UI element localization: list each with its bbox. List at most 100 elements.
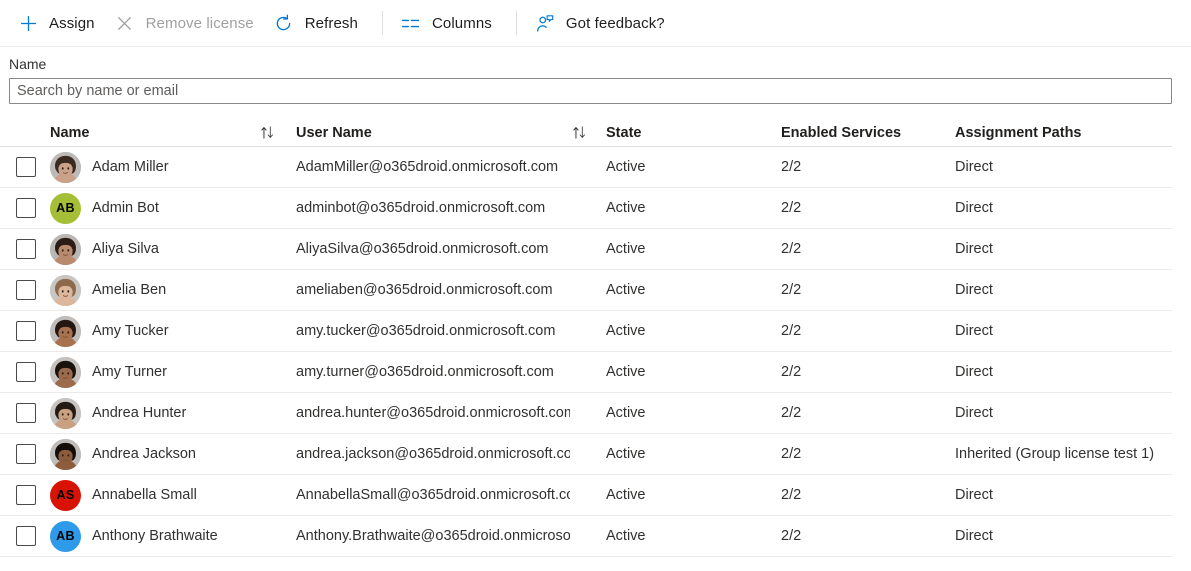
sort-ascending-descending-icon[interactable]	[258, 124, 296, 141]
state-value-cell: Active	[606, 199, 781, 217]
row-checkbox[interactable]	[16, 198, 36, 218]
plus-icon	[16, 12, 40, 34]
state-value-cell: Active	[606, 281, 781, 299]
feedback-icon	[533, 12, 557, 34]
name-cell: Amy Tucker	[50, 316, 258, 347]
user-display-name[interactable]: Admin Bot	[92, 200, 159, 216]
state-value-cell: Active	[606, 322, 781, 340]
avatar	[50, 357, 81, 388]
enabled-services-value: 2/2	[781, 159, 801, 175]
assignment-path-value: Inherited (Group license test 1)	[955, 446, 1172, 462]
toolbar-command-label: Refresh	[305, 15, 358, 32]
row-checkbox[interactable]	[16, 362, 36, 382]
row-select-cell	[0, 157, 50, 177]
row-checkbox[interactable]	[16, 157, 36, 177]
assignment-path-value: Direct	[955, 528, 1172, 544]
toolbar-remove-license-button: Remove license	[109, 7, 264, 39]
row-checkbox[interactable]	[16, 403, 36, 423]
user-display-name[interactable]: Andrea Jackson	[92, 446, 196, 462]
table-row[interactable]: ABAdmin Botadminbot@o365droid.onmicrosof…	[0, 188, 1172, 229]
assignment-path-value: Direct	[955, 323, 1172, 339]
enabled-services-value-cell: 2/2	[781, 486, 955, 504]
avatar	[50, 316, 81, 347]
state-value: Active	[606, 241, 646, 257]
row-checkbox[interactable]	[16, 444, 36, 464]
user-display-name[interactable]: Andrea Hunter	[92, 405, 186, 421]
toolbar-command-label: Assign	[49, 15, 95, 32]
column-header-name[interactable]: Name	[50, 125, 258, 141]
refresh-icon	[272, 12, 296, 34]
user-display-name[interactable]: Amy Tucker	[92, 323, 169, 339]
column-header-path[interactable]: Assignment Paths	[955, 125, 1172, 141]
user-principal-name: AliyaSilva@o365droid.onmicrosoft.com	[296, 241, 570, 257]
user-principal-name: andrea.hunter@o365droid.onmicrosoft.com	[296, 405, 570, 421]
name-cell: AS Annabella Small	[50, 480, 258, 511]
assignment-path-value-cell: Direct	[955, 159, 1172, 175]
column-header-state[interactable]: State	[606, 125, 781, 141]
user-display-name[interactable]: Amy Turner	[92, 364, 167, 380]
state-value-cell: Active	[606, 445, 781, 463]
user-display-name[interactable]: Adam Miller	[92, 159, 169, 175]
sort-ascending-descending-icon[interactable]	[570, 124, 606, 141]
user-principal-name-cell: andrea.jackson@o365droid.onmicrosoft.com	[296, 446, 570, 462]
toolbar-command-label: Columns	[432, 15, 492, 32]
table-row[interactable]: Andrea Jackson andrea.jackson@o365droid.o…	[0, 434, 1172, 475]
table-row[interactable]: Aliya Silva AliyaSilva@o365droid.onmicros…	[0, 229, 1172, 270]
search-input[interactable]	[9, 78, 1172, 104]
row-checkbox[interactable]	[16, 526, 36, 546]
table-row[interactable]: ABAnthony BrathwaiteAnthony.Brathwaite@o…	[0, 516, 1172, 557]
user-principal-name: AnnabellaSmall@o365droid.onmicrosoft.com	[296, 487, 570, 503]
avatar-initials: AB	[56, 201, 75, 215]
state-value: Active	[606, 159, 646, 175]
enabled-services-value: 2/2	[781, 364, 801, 380]
user-display-name[interactable]: Amelia Ben	[92, 282, 166, 298]
enabled-services-value-cell: 2/2	[781, 363, 955, 381]
toolbar-refresh-button[interactable]: Refresh	[268, 7, 368, 39]
assignment-path-value: Direct	[955, 200, 1172, 216]
table-row[interactable]: Amy Turneramy.turner@o365droid.onmicroso…	[0, 352, 1172, 393]
toolbar-columns-button[interactable]: Columns	[395, 7, 502, 39]
enabled-services-value-cell: 2/2	[781, 527, 955, 545]
state-value-cell: Active	[606, 527, 781, 545]
row-select-cell	[0, 198, 50, 218]
row-checkbox[interactable]	[16, 280, 36, 300]
user-principal-name: Anthony.Brathwaite@o365droid.onmicrosoft…	[296, 528, 570, 544]
avatar-initials: AS	[57, 488, 75, 502]
assignment-path-value-cell: Direct	[955, 323, 1172, 339]
enabled-services-value: 2/2	[781, 487, 801, 503]
row-checkbox[interactable]	[16, 321, 36, 341]
row-select-cell	[0, 362, 50, 382]
enabled-services-value: 2/2	[781, 241, 801, 257]
table-row[interactable]: Amy Tuckeramy.tucker@o365droid.onmicroso…	[0, 311, 1172, 352]
user-principal-name-cell: AliyaSilva@o365droid.onmicrosoft.com	[296, 241, 570, 257]
user-display-name[interactable]: Aliya Silva	[92, 241, 159, 257]
toolbar-got-feedback-button[interactable]: Got feedback?	[529, 7, 675, 39]
table-row[interactable]: Amelia Ben ameliaben@o365droid.onmicrosof…	[0, 270, 1172, 311]
state-value: Active	[606, 200, 646, 216]
row-checkbox[interactable]	[16, 239, 36, 259]
row-select-cell	[0, 444, 50, 464]
enabled-services-value-cell: 2/2	[781, 281, 955, 299]
row-select-cell	[0, 526, 50, 546]
toolbar-assign-button[interactable]: Assign	[12, 7, 105, 39]
user-principal-name: ameliaben@o365droid.onmicrosoft.com	[296, 282, 570, 298]
table-row[interactable]: Adam Miller AdamMiller@o365droid.onmicros…	[0, 147, 1172, 188]
user-display-name[interactable]: Anthony Brathwaite	[92, 528, 218, 544]
table-row[interactable]: AS Annabella Small AnnabellaSmall@o365droi…	[0, 475, 1172, 516]
avatar	[50, 152, 81, 183]
state-value-cell: Active	[606, 404, 781, 422]
row-select-cell	[0, 485, 50, 505]
enabled-services-value: 2/2	[781, 200, 801, 216]
enabled-services-value: 2/2	[781, 405, 801, 421]
table-row[interactable]: Andrea Hunter andrea.hunter@o365droid.onm…	[0, 393, 1172, 434]
column-header-user[interactable]: User Name	[296, 125, 570, 141]
enabled-services-value-cell: 2/2	[781, 445, 955, 463]
row-checkbox[interactable]	[16, 485, 36, 505]
user-display-name[interactable]: Annabella Small	[92, 487, 197, 503]
state-value: Active	[606, 528, 646, 544]
enabled-services-value: 2/2	[781, 528, 801, 544]
user-principal-name: AdamMiller@o365droid.onmicrosoft.com	[296, 159, 570, 175]
row-select-cell	[0, 321, 50, 341]
column-header-svc[interactable]: Enabled Services	[781, 125, 955, 141]
enabled-services-value-cell: 2/2	[781, 158, 955, 176]
